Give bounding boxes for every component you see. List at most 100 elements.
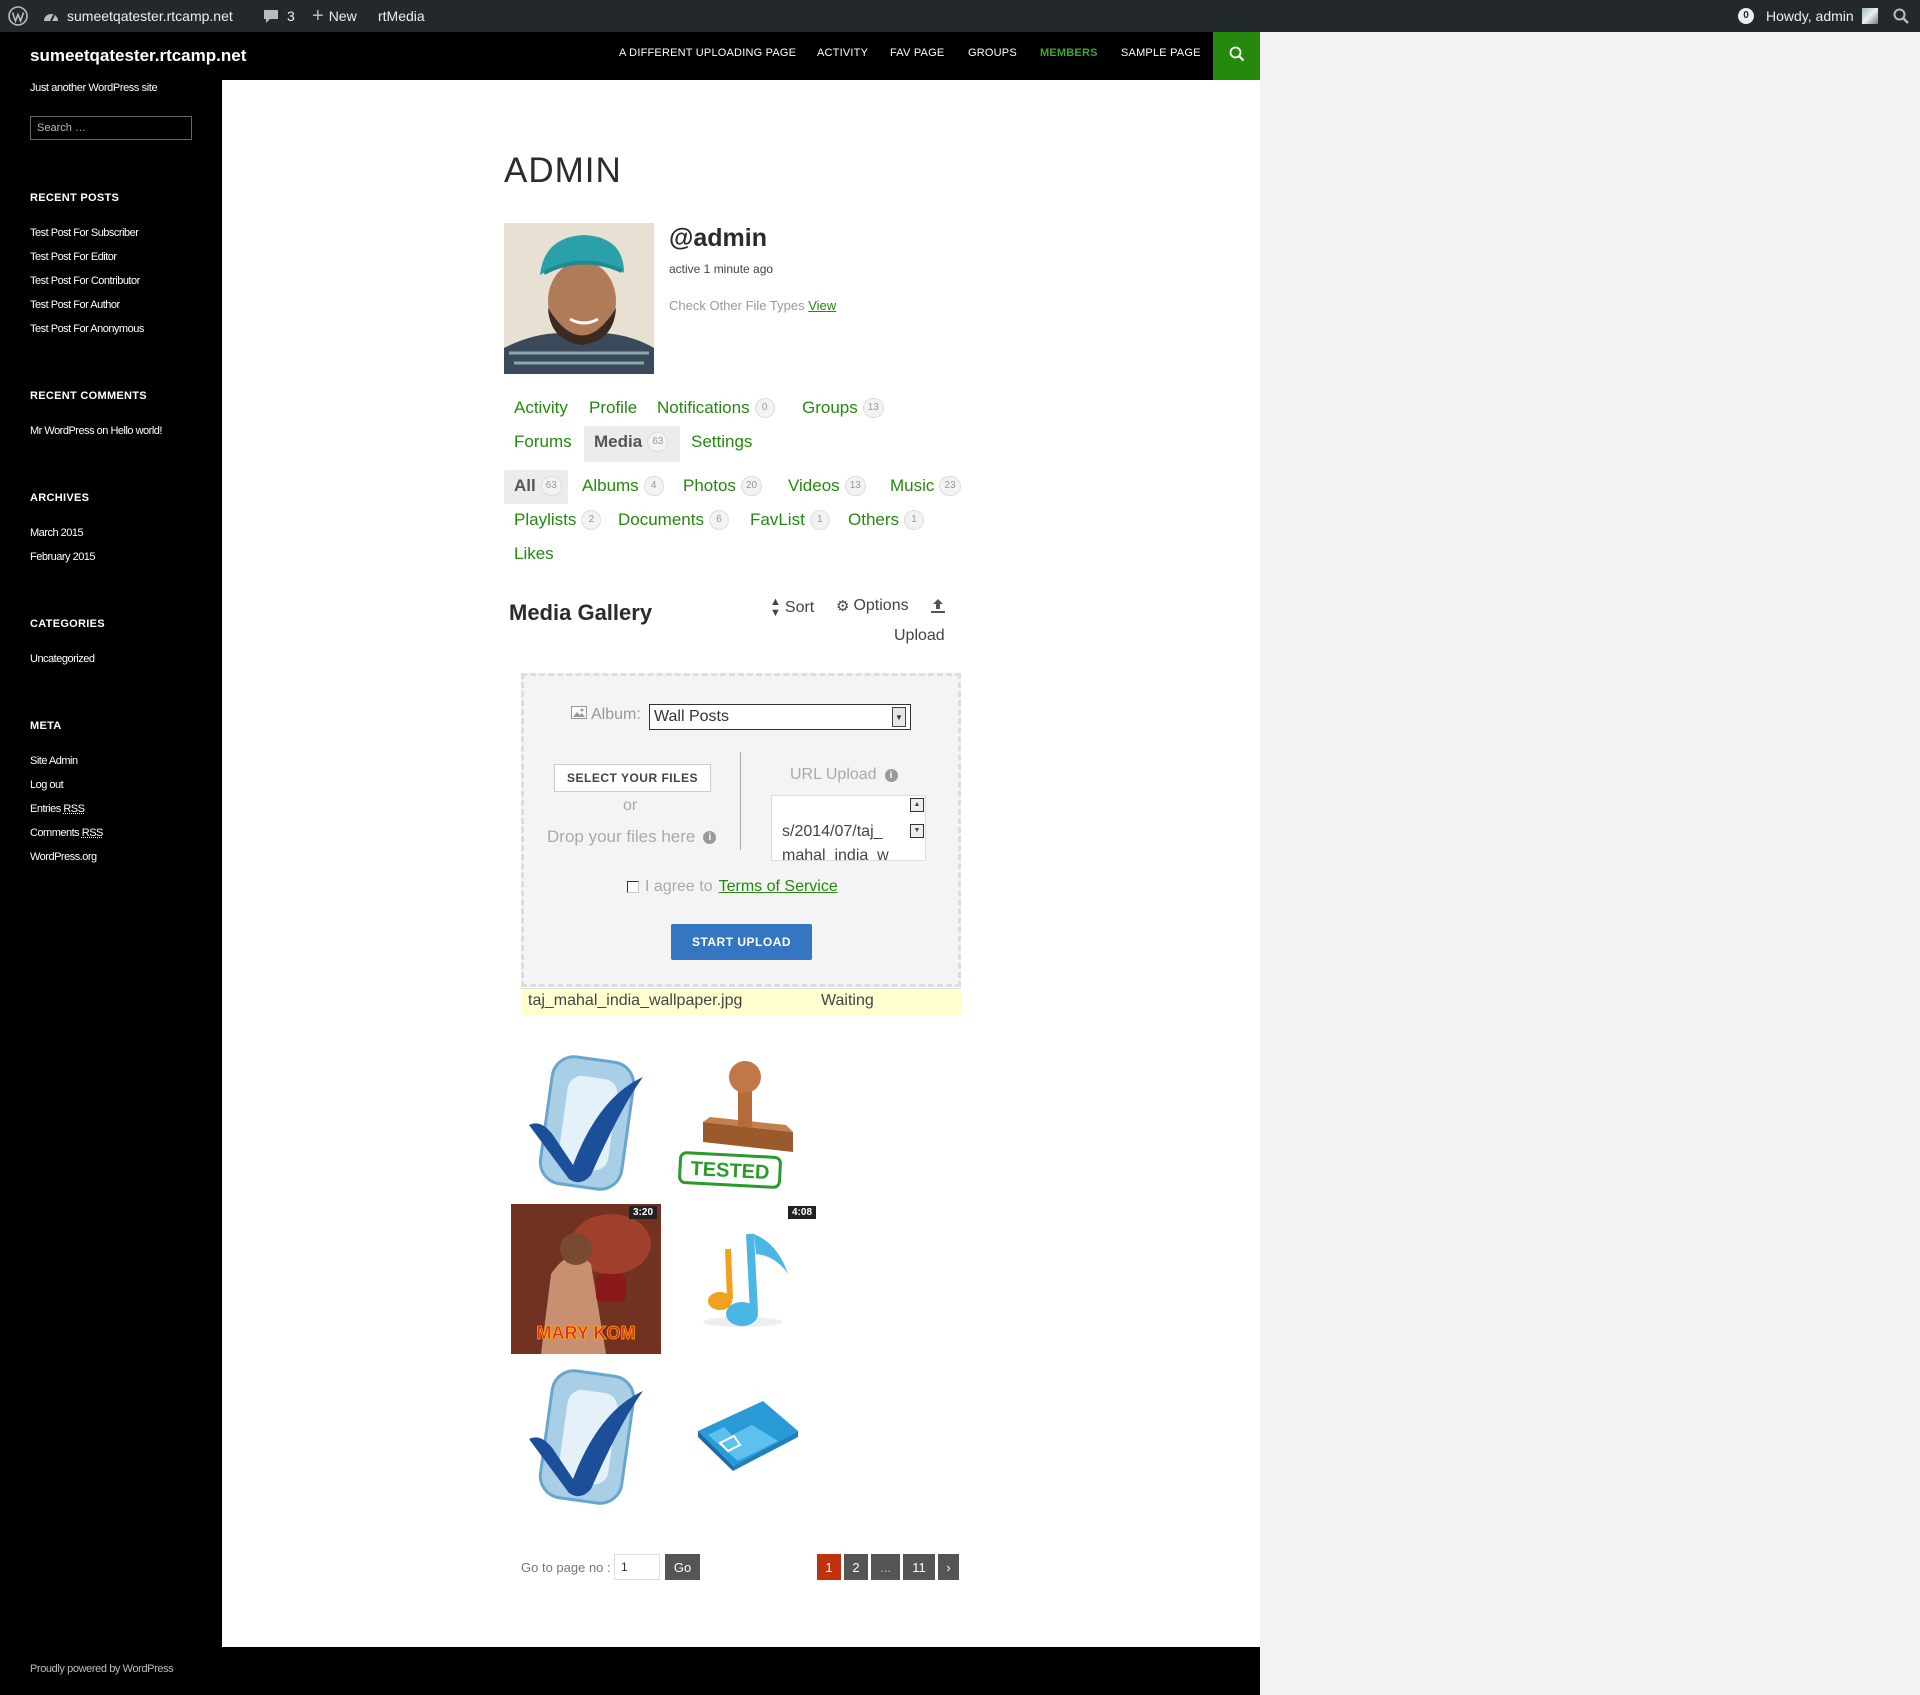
media-tab-playlists[interactable]: Playlists 2: [514, 510, 602, 530]
meta-wordpress-org-link[interactable]: WordPress.org: [30, 851, 97, 863]
upload-button[interactable]: Upload: [894, 627, 945, 645]
url-upload-label: URL Upload i: [790, 766, 898, 784]
sort-icon: ▲ ▼: [770, 596, 781, 619]
info-icon[interactable]: i: [884, 768, 898, 782]
last-active: active 1 minute ago: [669, 262, 774, 276]
recent-posts-title: RECENT POSTS: [30, 192, 120, 204]
comment-author-link[interactable]: Mr WordPress: [30, 425, 95, 437]
comment-post-link[interactable]: Hello world!: [110, 425, 162, 437]
nav-activity[interactable]: ACTIVITY: [817, 47, 868, 59]
admin-bar-comments[interactable]: 3: [263, 0, 295, 32]
sidebar-search-input[interactable]: [30, 116, 192, 140]
categories-title: CATEGORIES: [30, 618, 105, 630]
category-link[interactable]: Uncategorized: [30, 653, 95, 665]
tab-profile[interactable]: Profile: [589, 398, 637, 418]
nav-a-different-uploading-page[interactable]: A DIFFERENT UPLOADING PAGE: [619, 47, 796, 59]
tab-media[interactable]: Media 63: [594, 432, 669, 452]
terms-agreement: I agree to Terms of Service: [627, 878, 838, 896]
media-item[interactable]: TESTED: [668, 1047, 818, 1197]
terms-link[interactable]: Terms of Service: [719, 878, 838, 896]
meta-site-admin-link[interactable]: Site Admin: [30, 755, 78, 767]
media-tab-others[interactable]: Others 1: [848, 510, 925, 530]
meta-log-out-link[interactable]: Log out: [30, 779, 64, 791]
other-file-types: Check Other File Types View: [669, 298, 837, 313]
start-upload-button[interactable]: START UPLOAD: [671, 924, 812, 960]
admin-bar-site[interactable]: sumeetqatester.rtcamp.net: [43, 0, 233, 32]
nav-groups[interactable]: GROUPS: [968, 47, 1017, 59]
media-item[interactable]: [668, 1361, 818, 1511]
url-input-scrollbar[interactable]: ▲ ▼: [909, 796, 925, 860]
profile-avatar[interactable]: [504, 223, 654, 374]
or-text: or: [623, 797, 638, 814]
wordpress-logo-icon[interactable]: [8, 0, 28, 32]
media-tab-photos[interactable]: Photos 20: [683, 476, 763, 496]
options-button[interactable]: ⚙ Options: [836, 597, 909, 615]
recent-post-link[interactable]: Test Post For Subscriber: [30, 227, 139, 239]
scroll-down-icon[interactable]: ▼: [910, 824, 924, 838]
audio-duration: 4:08: [787, 1206, 816, 1219]
header-search-button[interactable]: [1213, 32, 1260, 80]
album-select[interactable]: Wall Posts ▼: [649, 704, 911, 730]
archives-title: ARCHIVES: [30, 492, 90, 504]
url-upload-input[interactable]: s/2014/07/taj_ mahal_india_w allpaper.jp…: [771, 795, 926, 861]
media-tab-favlist[interactable]: FavList 1: [750, 510, 830, 530]
meta-entries-rss-link[interactable]: Entries RSS: [30, 803, 85, 815]
svg-text:MARY KOM: MARY KOM: [537, 1323, 636, 1343]
goto-page-input[interactable]: [614, 1554, 660, 1580]
comment-on-text: on: [96, 425, 109, 437]
info-icon[interactable]: i: [703, 830, 717, 844]
plus-icon: +: [312, 5, 324, 27]
select-files-button[interactable]: SELECT YOUR FILES: [554, 764, 711, 792]
howdy-text: Howdy, admin: [1766, 8, 1854, 24]
media-tab-likes[interactable]: Likes: [514, 544, 554, 564]
checkmark-icon: [511, 1361, 661, 1511]
media-tab-albums[interactable]: Albums 4: [582, 476, 664, 496]
media-item[interactable]: [511, 1361, 661, 1511]
media-tab-documents[interactable]: Documents 6: [618, 510, 729, 530]
recent-post-link[interactable]: Test Post For Anonymous: [30, 323, 144, 335]
go-button[interactable]: Go: [665, 1554, 700, 1580]
drop-zone[interactable]: Drop your files here i: [547, 827, 717, 847]
nav-members[interactable]: MEMBERS: [1040, 47, 1098, 59]
nav-sample-page[interactable]: SAMPLE PAGE: [1121, 47, 1201, 59]
media-tab-all[interactable]: All 63: [514, 476, 562, 496]
checkmark-icon: [511, 1047, 661, 1197]
page-link-1[interactable]: 1: [817, 1554, 841, 1580]
upload-divider: [740, 752, 741, 850]
page-link-2[interactable]: 2: [844, 1554, 868, 1580]
admin-bar-new[interactable]: + New: [312, 0, 357, 32]
terms-checkbox[interactable]: [627, 881, 639, 893]
archive-link[interactable]: February 2015: [30, 551, 96, 563]
admin-bar-rtmedia[interactable]: rtMedia: [378, 0, 425, 32]
recent-post-link[interactable]: Test Post For Editor: [30, 251, 117, 263]
archive-link[interactable]: March 2015: [30, 527, 84, 539]
tab-groups[interactable]: Groups 13: [802, 398, 884, 418]
sort-button[interactable]: ▲ ▼ Sort: [770, 597, 814, 619]
tab-activity[interactable]: Activity: [514, 398, 568, 418]
upload-icon[interactable]: [930, 598, 946, 619]
next-page-button[interactable]: ›: [938, 1554, 959, 1580]
meta-comments-rss-link[interactable]: Comments RSS: [30, 827, 103, 839]
recent-post-link[interactable]: Test Post For Author: [30, 299, 120, 311]
media-item[interactable]: 4:08: [668, 1204, 818, 1354]
media-item[interactable]: MARY KOM 3:20: [511, 1204, 661, 1354]
tab-forums[interactable]: Forums: [514, 432, 572, 452]
page-link-11[interactable]: 11: [903, 1554, 935, 1580]
tab-settings[interactable]: Settings: [691, 432, 752, 452]
admin-bar-account[interactable]: Howdy, admin: [1766, 0, 1878, 32]
footer-credit[interactable]: Proudly powered by WordPress: [30, 1663, 174, 1675]
media-tab-music[interactable]: Music 23: [890, 476, 961, 496]
video-duration: 3:20: [628, 1206, 657, 1219]
nav-fav-page[interactable]: FAV PAGE: [890, 47, 944, 59]
notifications-badge[interactable]: 0: [1738, 0, 1754, 32]
scroll-up-icon[interactable]: ▲: [910, 798, 924, 812]
media-tab-videos[interactable]: Videos 13: [788, 476, 866, 496]
media-item[interactable]: [511, 1047, 661, 1197]
profile-handle: @admin: [669, 224, 767, 252]
admin-bar-search-icon[interactable]: [1893, 0, 1909, 32]
image-icon: [571, 706, 587, 724]
tab-notifications[interactable]: Notifications 0: [657, 398, 775, 418]
view-link[interactable]: View: [808, 298, 836, 313]
site-title[interactable]: sumeetqatester.rtcamp.net: [30, 46, 246, 66]
recent-post-link[interactable]: Test Post For Contributor: [30, 275, 140, 287]
